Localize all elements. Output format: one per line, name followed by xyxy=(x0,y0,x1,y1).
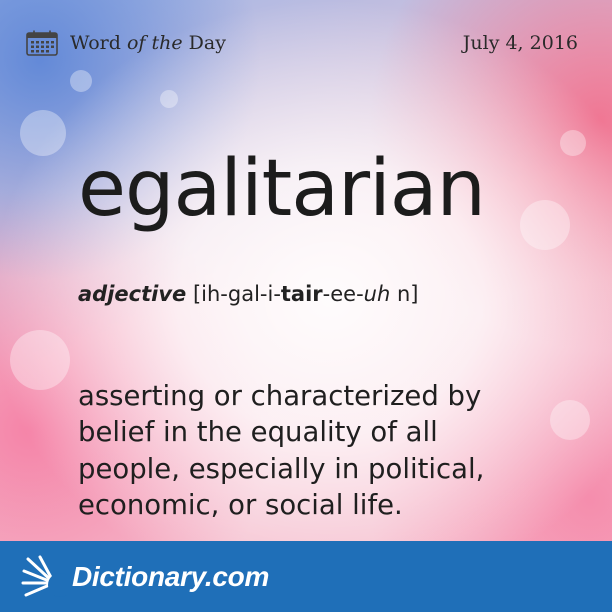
pronunciation: [ih-gal-i-tair-ee-uh n] xyxy=(193,282,419,306)
pron-suffix: n] xyxy=(390,282,419,306)
pron-prefix: [ih-gal-i- xyxy=(192,282,281,306)
sunburst-icon xyxy=(21,555,72,597)
definition-line: people, especially in political, xyxy=(78,452,485,485)
definition-line: economic, or social life. xyxy=(78,488,403,521)
part-of-speech: adjective xyxy=(78,282,187,306)
bokeh-circle xyxy=(160,90,178,108)
bokeh-circle xyxy=(520,200,570,250)
definition: asserting or characterized by belief in … xyxy=(78,378,588,523)
word-of-the-day-label: Word of the Day xyxy=(26,30,226,56)
wotd-day: Day xyxy=(188,32,226,54)
bokeh-circle xyxy=(70,70,92,92)
word-of-the-day-card: Word of the Day July 4, 2016 egalitarian… xyxy=(0,0,612,612)
logo-text: Dictionary.com xyxy=(72,560,270,592)
pron-stress: tair xyxy=(280,282,323,306)
bokeh-circle xyxy=(10,330,70,390)
wotd-of-the: of the xyxy=(126,32,183,54)
header: Word of the Day July 4, 2016 xyxy=(26,28,578,58)
bokeh-circle xyxy=(560,130,586,156)
definition-line: belief in the equality of all xyxy=(78,416,438,449)
bokeh-circle xyxy=(20,110,66,156)
part-of-speech-line: adjective [ih-gal-i-tair-ee-uh n] xyxy=(78,282,418,306)
calendar-icon xyxy=(26,30,58,56)
footer-bar: Dictionary.com xyxy=(0,541,612,612)
word-of-the-day-title: Word of the Day xyxy=(70,32,226,54)
wotd-word: Word xyxy=(70,32,121,54)
pron-mid: -ee- xyxy=(322,282,364,306)
pron-schwa: uh xyxy=(363,282,391,306)
definition-line: asserting or characterized by xyxy=(78,380,482,412)
date-label: July 4, 2016 xyxy=(462,32,578,54)
dictionary-logo[interactable]: Dictionary.com xyxy=(20,553,269,601)
headword: egalitarian xyxy=(78,144,486,234)
